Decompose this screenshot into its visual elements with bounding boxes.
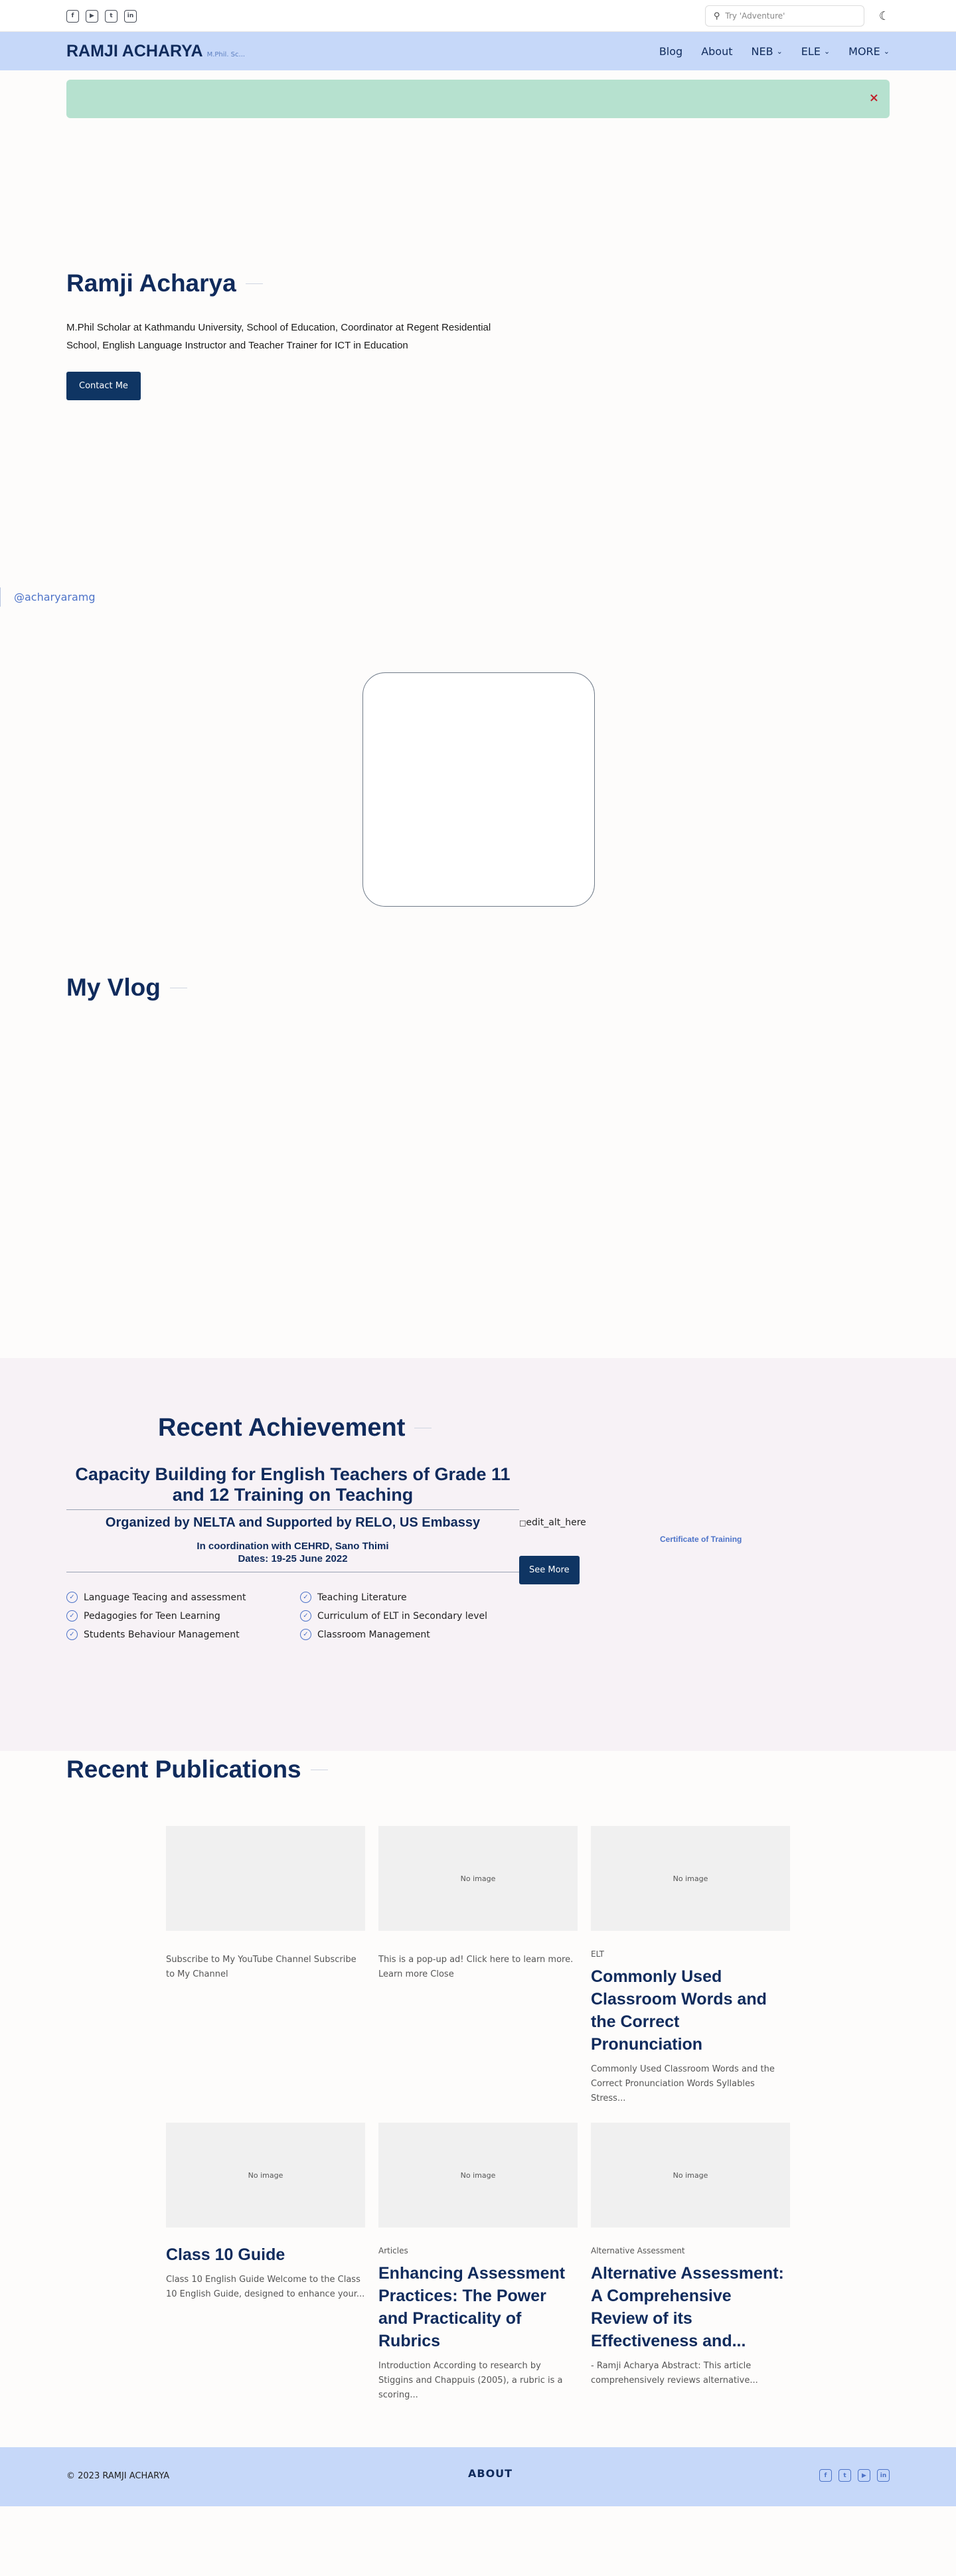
- publications-heading: Recent Publications: [66, 1756, 328, 1783]
- twitter-icon[interactable]: t: [838, 2469, 851, 2482]
- chevron-down-icon: ⌄: [883, 46, 890, 56]
- title-divider: [245, 283, 263, 284]
- nav-item-ele[interactable]: ELE ⌄: [801, 45, 830, 58]
- brand-name[interactable]: RAMJI ACHARYA: [66, 42, 203, 61]
- facebook-icon[interactable]: f: [819, 2469, 832, 2482]
- search-area: ⚲ ☾: [704, 5, 890, 27]
- card-thumbnail[interactable]: No image: [166, 2123, 365, 2228]
- footer-social-links: f t ▶ in: [819, 2469, 890, 2482]
- nav-item-more[interactable]: MORE ⌄: [848, 45, 890, 58]
- card-excerpt: Subscribe to My YouTube Channel Subscrib…: [166, 1955, 357, 1979]
- achievement-topics: ✓ Language Teacing and assessment ✓ Teachi…: [66, 1592, 534, 1640]
- linkedin-icon[interactable]: in: [124, 9, 137, 23]
- check-circle-icon: ✓: [66, 1610, 78, 1622]
- card-category[interactable]: ELT: [591, 1949, 790, 1959]
- achievement-organizer: Organized by NELTA and Supported by RELO…: [105, 1515, 481, 1530]
- hero-section: Ramji Acharya M.Phil Scholar at Kathmand…: [66, 118, 890, 400]
- top-bar: f ▶ t in ⚲ ☾: [0, 0, 956, 32]
- chevron-down-icon: ⌄: [823, 46, 831, 56]
- close-icon[interactable]: ×: [869, 91, 879, 105]
- nav-item-about[interactable]: About: [701, 45, 732, 58]
- check-circle-icon: ✓: [300, 1592, 311, 1603]
- twitter-icon[interactable]: t: [105, 9, 118, 23]
- contact-me-button[interactable]: Contact Me: [66, 372, 141, 400]
- footer: © 2023 RAMJI ACHARYA ABOUT f t ▶ in: [0, 2447, 956, 2506]
- hero-bio: M.Phil Scholar at Kathmandu University, …: [66, 322, 491, 351]
- publication-card[interactable]: No image Class 10 Guide Class 10 English…: [166, 2123, 365, 2302]
- topic-item: ✓ Curriculum of ELT in Secondary level: [300, 1610, 534, 1622]
- publication-card[interactable]: No image This is a pop-up ad! Click here…: [378, 1826, 578, 1982]
- chevron-down-icon: ⌄: [776, 46, 783, 56]
- achievement-headline: Capacity Building for English Teachers o…: [75, 1464, 511, 1505]
- brand-tagline: M.Phil. Sc...: [206, 50, 246, 58]
- nav-menu: Blog About NEB ⌄ ELE ⌄ MORE ⌄: [659, 45, 890, 58]
- check-circle-icon: ✓: [300, 1610, 311, 1622]
- achievement-title: Recent Achievement: [158, 1414, 406, 1442]
- publication-card[interactable]: Subscribe to My YouTube Channel Subscrib…: [166, 1826, 365, 1982]
- card-title[interactable]: Alternative Assessment: A Comprehensive …: [591, 2262, 790, 2352]
- dark-mode-toggle-icon[interactable]: ☾: [879, 9, 890, 23]
- topic-item: ✓ Students Behaviour Management: [66, 1629, 300, 1640]
- facebook-icon[interactable]: f: [66, 9, 79, 23]
- social-links: f ▶ t in: [66, 9, 137, 23]
- social-handle[interactable]: @acharyaramg: [0, 587, 109, 607]
- search-box[interactable]: ⚲: [704, 5, 864, 27]
- publication-card[interactable]: No image Alternative Assessment Alternat…: [591, 2123, 790, 2388]
- card-thumbnail[interactable]: [166, 1826, 365, 1931]
- achievement-coordination: In coordination with CEHRD, Sano Thimi: [197, 1541, 389, 1552]
- card-excerpt: Introduction According to research by St…: [378, 2361, 563, 2400]
- brand[interactable]: RAMJI ACHARYA M.Phil. Sc...: [66, 42, 245, 61]
- copyright: © 2023 RAMJI ACHARYA: [66, 2471, 170, 2481]
- achievement-section: Recent Achievement Capacity Building for…: [0, 1358, 956, 1751]
- card-thumbnail[interactable]: No image: [591, 2123, 790, 2228]
- card-category[interactable]: Articles: [378, 2246, 578, 2255]
- topic-item: ✓ Language Teacing and assessment: [66, 1592, 300, 1603]
- card-excerpt: Commonly Used Classroom Words and the Co…: [591, 2064, 775, 2103]
- profile-image-frame: [362, 672, 595, 907]
- vlog-title: My Vlog: [66, 974, 161, 1001]
- nav-item-blog[interactable]: Blog: [659, 45, 682, 58]
- broken-image-alt: □edit_alt_here: [519, 1517, 586, 1528]
- see-more-button[interactable]: See More: [519, 1556, 580, 1584]
- nav-item-neb[interactable]: NEB ⌄: [752, 45, 783, 58]
- main-nav: RAMJI ACHARYA M.Phil. Sc... Blog About N…: [0, 32, 956, 70]
- topic-item: ✓ Classroom Management: [300, 1629, 534, 1640]
- check-circle-icon: ✓: [66, 1592, 78, 1603]
- achievement-dates: Dates: 19-25 June 2022: [238, 1553, 348, 1564]
- footer-about-link[interactable]: ABOUT: [468, 2467, 513, 2480]
- vlog-heading: My Vlog: [66, 974, 187, 1002]
- youtube-icon[interactable]: ▶: [86, 9, 98, 23]
- card-excerpt: - Ramji Acharya Abstract: This article c…: [591, 2361, 758, 2386]
- topic-item: ✓ Pedagogies for Teen Learning: [66, 1610, 300, 1622]
- card-thumbnail[interactable]: No image: [591, 1826, 790, 1931]
- search-icon: ⚲: [713, 11, 720, 21]
- divider: [66, 1509, 519, 1510]
- publication-card[interactable]: No image Articles Enhancing Assessment P…: [378, 2123, 578, 2403]
- card-title[interactable]: Commonly Used Classroom Words and the Co…: [591, 1965, 790, 2056]
- check-circle-icon: ✓: [66, 1629, 78, 1640]
- search-input[interactable]: [725, 11, 852, 21]
- linkedin-icon[interactable]: in: [877, 2469, 890, 2482]
- card-title[interactable]: Class 10 Guide: [166, 2243, 365, 2266]
- alert-banner: ×: [66, 80, 890, 118]
- card-title[interactable]: Enhancing Assessment Practices: The Powe…: [378, 2262, 578, 2352]
- check-circle-icon: ✓: [300, 1629, 311, 1640]
- card-category[interactable]: Alternative Assessment: [591, 2246, 790, 2255]
- card-thumbnail[interactable]: No image: [378, 1826, 578, 1931]
- topic-item: ✓ Teaching Literature: [300, 1592, 534, 1603]
- card-thumbnail[interactable]: No image: [378, 2123, 578, 2228]
- card-excerpt: Class 10 English Guide Welcome to the Cl…: [166, 2275, 365, 2299]
- broken-image-icon: □: [519, 1519, 526, 1527]
- achievement-details: Capacity Building for English Teachers o…: [66, 1464, 519, 1572]
- youtube-icon[interactable]: ▶: [858, 2469, 870, 2482]
- certificate-link[interactable]: Certificate of Training: [660, 1535, 742, 1544]
- card-excerpt: This is a pop-up ad! Click here to learn…: [378, 1955, 574, 1979]
- publication-card[interactable]: No image ELT Commonly Used Classroom Wor…: [591, 1826, 790, 2106]
- hero-name: Ramji Acharya: [66, 269, 236, 297]
- publications-title: Recent Publications: [66, 1756, 301, 1783]
